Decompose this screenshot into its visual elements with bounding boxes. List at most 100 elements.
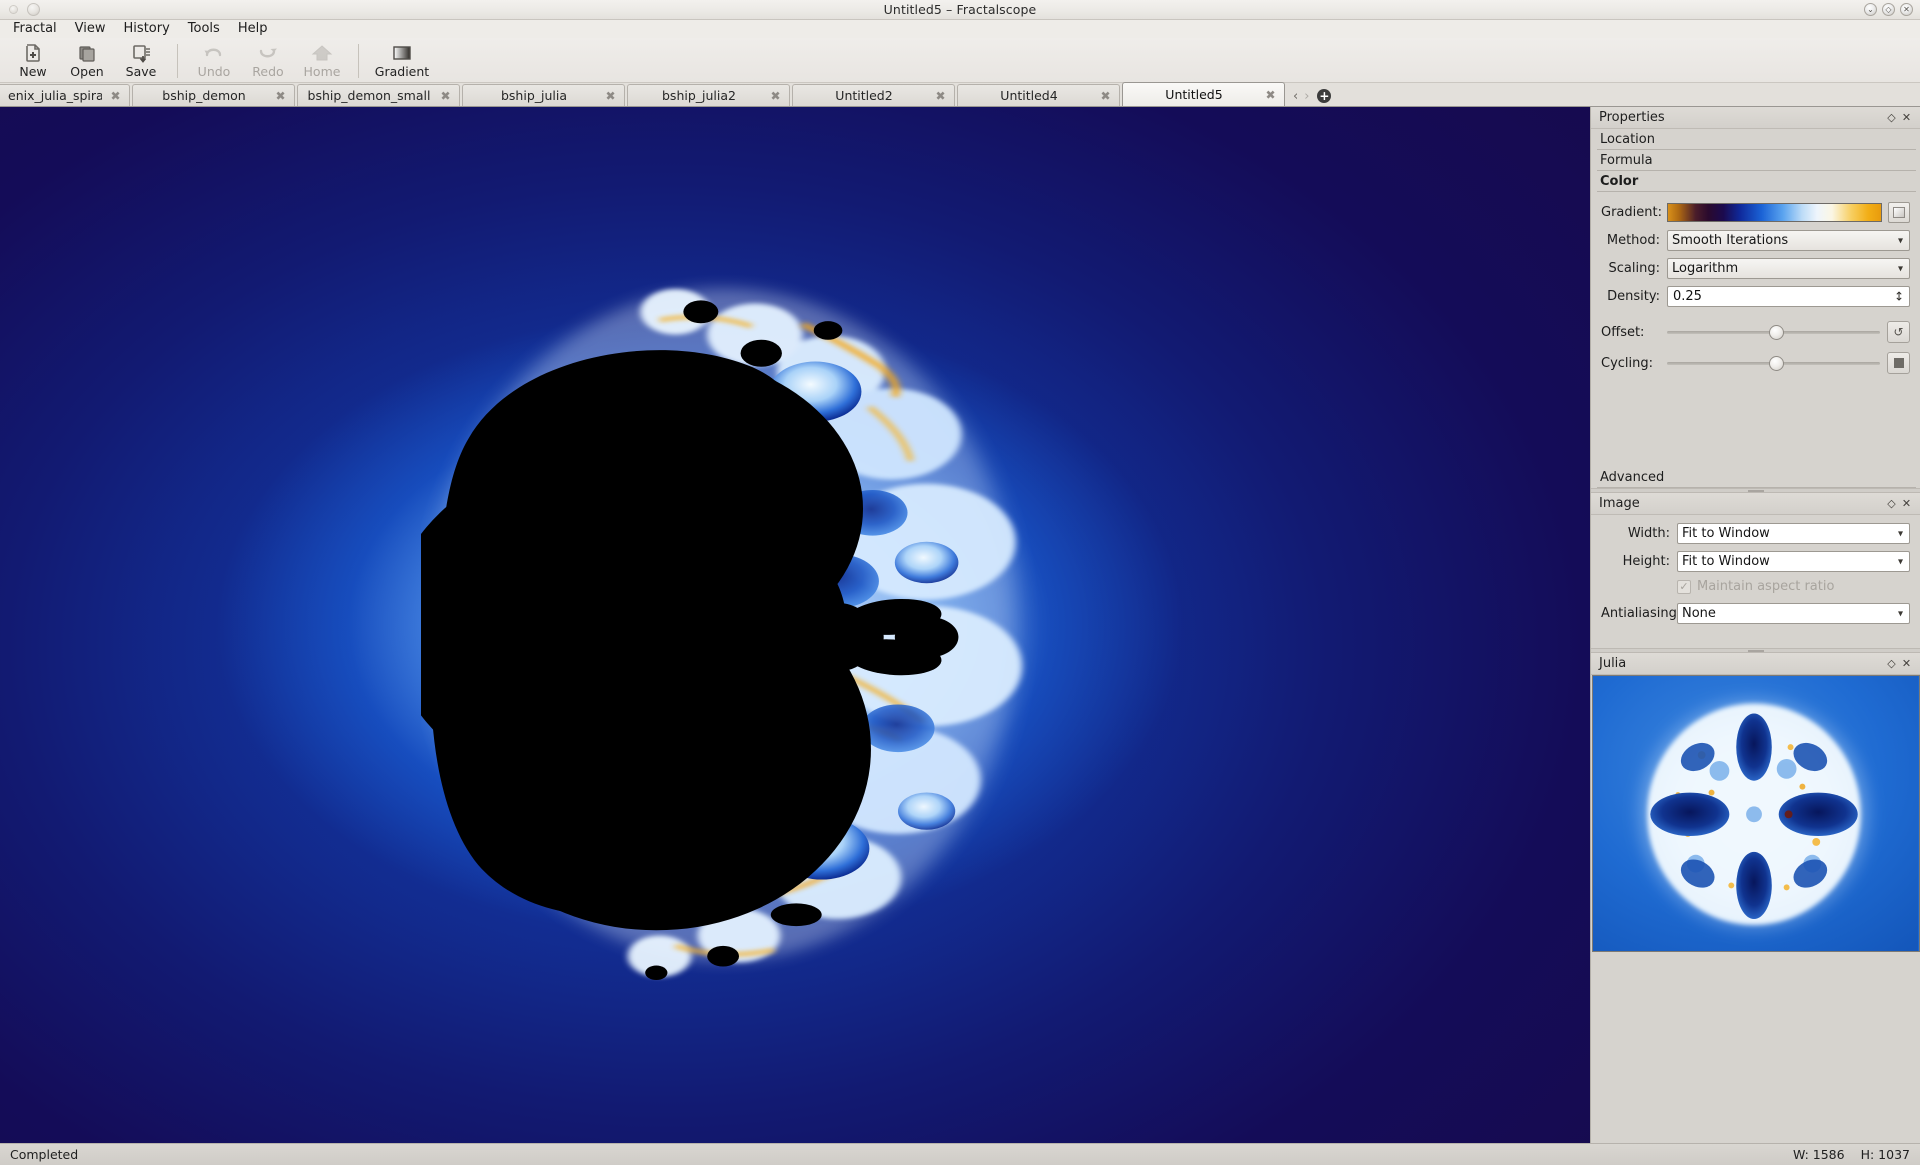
menu-fractal[interactable]: Fractal	[4, 20, 66, 38]
section-divider	[1597, 191, 1916, 192]
tab-label: Untitled2	[835, 88, 893, 103]
antialiasing-select[interactable]: None	[1677, 603, 1910, 624]
toolbar-gradient-button[interactable]: Gradient	[368, 40, 436, 79]
menu-view[interactable]: View	[66, 20, 115, 38]
maintain-aspect-row[interactable]: ✓ Maintain aspect ratio	[1677, 579, 1910, 594]
properties-float-icon[interactable]: ◇	[1884, 110, 1899, 125]
tab-close-icon[interactable]: ✖	[110, 90, 121, 102]
image-width-select[interactable]: Fit to Window	[1677, 523, 1910, 544]
image-width-row: Width: Fit to Window	[1601, 523, 1910, 544]
toolbar-redo-button[interactable]: Redo	[241, 40, 295, 79]
tab-untitled5[interactable]: Untitled5 ✖	[1122, 82, 1285, 106]
section-color[interactable]: Color	[1591, 171, 1920, 192]
scaling-select[interactable]: Logarithm	[1667, 258, 1910, 279]
status-width-readout: W: 1586	[1792, 1147, 1845, 1162]
toolbar-new-label: New	[19, 64, 47, 79]
tab-close-icon[interactable]: ✖	[605, 90, 616, 102]
close-window-button[interactable]: ✕	[1900, 3, 1913, 16]
tab-bship-demon[interactable]: bship_demon ✖	[132, 84, 295, 106]
home-icon	[311, 42, 333, 64]
image-panel-spacer	[1591, 634, 1920, 648]
julia-close-icon[interactable]: ✕	[1899, 656, 1914, 671]
tab-close-icon[interactable]: ✖	[275, 90, 286, 102]
gradient-edit-button[interactable]	[1888, 202, 1910, 223]
offset-slider-knob[interactable]	[1769, 325, 1785, 340]
image-height-select[interactable]: Fit to Window	[1677, 551, 1910, 572]
toolbar-new-button[interactable]: New	[6, 40, 60, 79]
cycling-label: Cycling:	[1601, 355, 1654, 371]
offset-row: Offset: ↺	[1601, 321, 1910, 343]
toolbar-home-button[interactable]: Home	[295, 40, 349, 79]
gradient-label: Gradient:	[1601, 205, 1662, 220]
brightness-icon	[6, 2, 21, 17]
section-formula-label: Formula	[1600, 153, 1653, 168]
menu-history[interactable]: History	[115, 20, 179, 38]
tab-close-icon[interactable]: ✖	[935, 90, 946, 102]
tab-label: Untitled5	[1165, 87, 1223, 102]
toolbar-open-button[interactable]: Open	[60, 40, 114, 79]
toolbar-save-button[interactable]: Save	[114, 40, 168, 79]
main-body: Properties ◇ ✕ Location Formula Color Gr…	[0, 107, 1920, 1143]
minimize-button[interactable]: ⌄	[1864, 3, 1877, 16]
toolbar-separator-1	[177, 44, 178, 78]
tab-next-icon[interactable]: ›	[1304, 90, 1309, 103]
fractal-canvas[interactable]	[0, 107, 1590, 1143]
tab-close-icon[interactable]: ✖	[1100, 90, 1111, 102]
julia-preview[interactable]	[1591, 675, 1920, 952]
image-panel-title: Image	[1599, 496, 1640, 511]
right-dock: Properties ◇ ✕ Location Formula Color Gr…	[1590, 107, 1920, 1143]
offset-reset-button[interactable]: ↺	[1887, 321, 1910, 343]
tab-bship-demon-small[interactable]: bship_demon_small ✖	[297, 84, 460, 106]
maintain-aspect-label: Maintain aspect ratio	[1697, 579, 1835, 594]
tab-bship-julia[interactable]: bship_julia ✖	[462, 84, 625, 106]
tab-enix-julia-spiral[interactable]: enix_julia_spiral ✖	[0, 84, 130, 106]
section-location[interactable]: Location	[1591, 129, 1920, 150]
tab-close-icon[interactable]: ✖	[440, 90, 451, 102]
properties-close-icon[interactable]: ✕	[1899, 110, 1914, 125]
image-height-row: Height: Fit to Window	[1601, 551, 1910, 572]
toolbar-undo-button[interactable]: Undo	[187, 40, 241, 79]
section-advanced-label: Advanced	[1600, 470, 1665, 485]
image-float-icon[interactable]: ◇	[1884, 496, 1899, 511]
section-formula[interactable]: Formula	[1591, 150, 1920, 171]
title-bar: Untitled5 – Fractalscope ⌄ ◇ ✕	[0, 0, 1920, 20]
offset-slider[interactable]	[1667, 323, 1880, 341]
julia-lobe-bottom	[1735, 851, 1772, 920]
tab-untitled4[interactable]: Untitled4 ✖	[957, 84, 1120, 106]
gradient-preview[interactable]	[1667, 203, 1882, 222]
image-close-icon[interactable]: ✕	[1899, 496, 1914, 511]
cycling-stop-button[interactable]	[1887, 352, 1910, 374]
cycling-slider-knob[interactable]	[1769, 356, 1785, 371]
toolbar-open-label: Open	[70, 64, 104, 79]
julia-float-icon[interactable]: ◇	[1884, 656, 1899, 671]
image-panel-header: Image ◇ ✕	[1591, 493, 1920, 515]
window-controls: ⌄ ◇ ✕	[1864, 3, 1920, 16]
cycling-slider[interactable]	[1667, 354, 1880, 372]
tab-close-icon[interactable]: ✖	[1265, 89, 1276, 101]
tab-bship-julia2[interactable]: bship_julia2 ✖	[627, 84, 790, 106]
tab-untitled2[interactable]: Untitled2 ✖	[792, 84, 955, 106]
tab-prev-icon[interactable]: ‹	[1293, 90, 1298, 103]
density-input[interactable]	[1667, 286, 1910, 307]
tab-label: bship_julia2	[662, 88, 736, 103]
stop-square-icon	[1893, 358, 1904, 368]
status-height-readout: H: 1037	[1860, 1147, 1910, 1162]
tab-label: Untitled4	[1000, 88, 1058, 103]
maintain-aspect-checkbox[interactable]: ✓	[1677, 579, 1691, 594]
menu-help[interactable]: Help	[229, 20, 277, 38]
add-tab-icon[interactable]: +	[1317, 89, 1332, 103]
tab-label: bship_demon	[162, 88, 246, 103]
method-row: Method: Smooth Iterations	[1601, 230, 1910, 251]
method-select[interactable]: Smooth Iterations	[1667, 230, 1910, 251]
tab-navigation: ‹ › +	[1293, 89, 1332, 106]
offset-label: Offset:	[1601, 324, 1645, 340]
gradient-swatch-icon	[391, 42, 413, 64]
undo-arrow-icon	[203, 42, 225, 64]
section-advanced[interactable]: Advanced	[1591, 467, 1920, 488]
tab-close-icon[interactable]: ✖	[770, 90, 781, 102]
gradient-swatch-icon	[1893, 207, 1905, 218]
color-section-spacer	[1591, 393, 1920, 467]
toolbar-gradient-label: Gradient	[374, 64, 430, 79]
maximize-button[interactable]: ◇	[1882, 3, 1895, 16]
menu-tools[interactable]: Tools	[179, 20, 229, 38]
